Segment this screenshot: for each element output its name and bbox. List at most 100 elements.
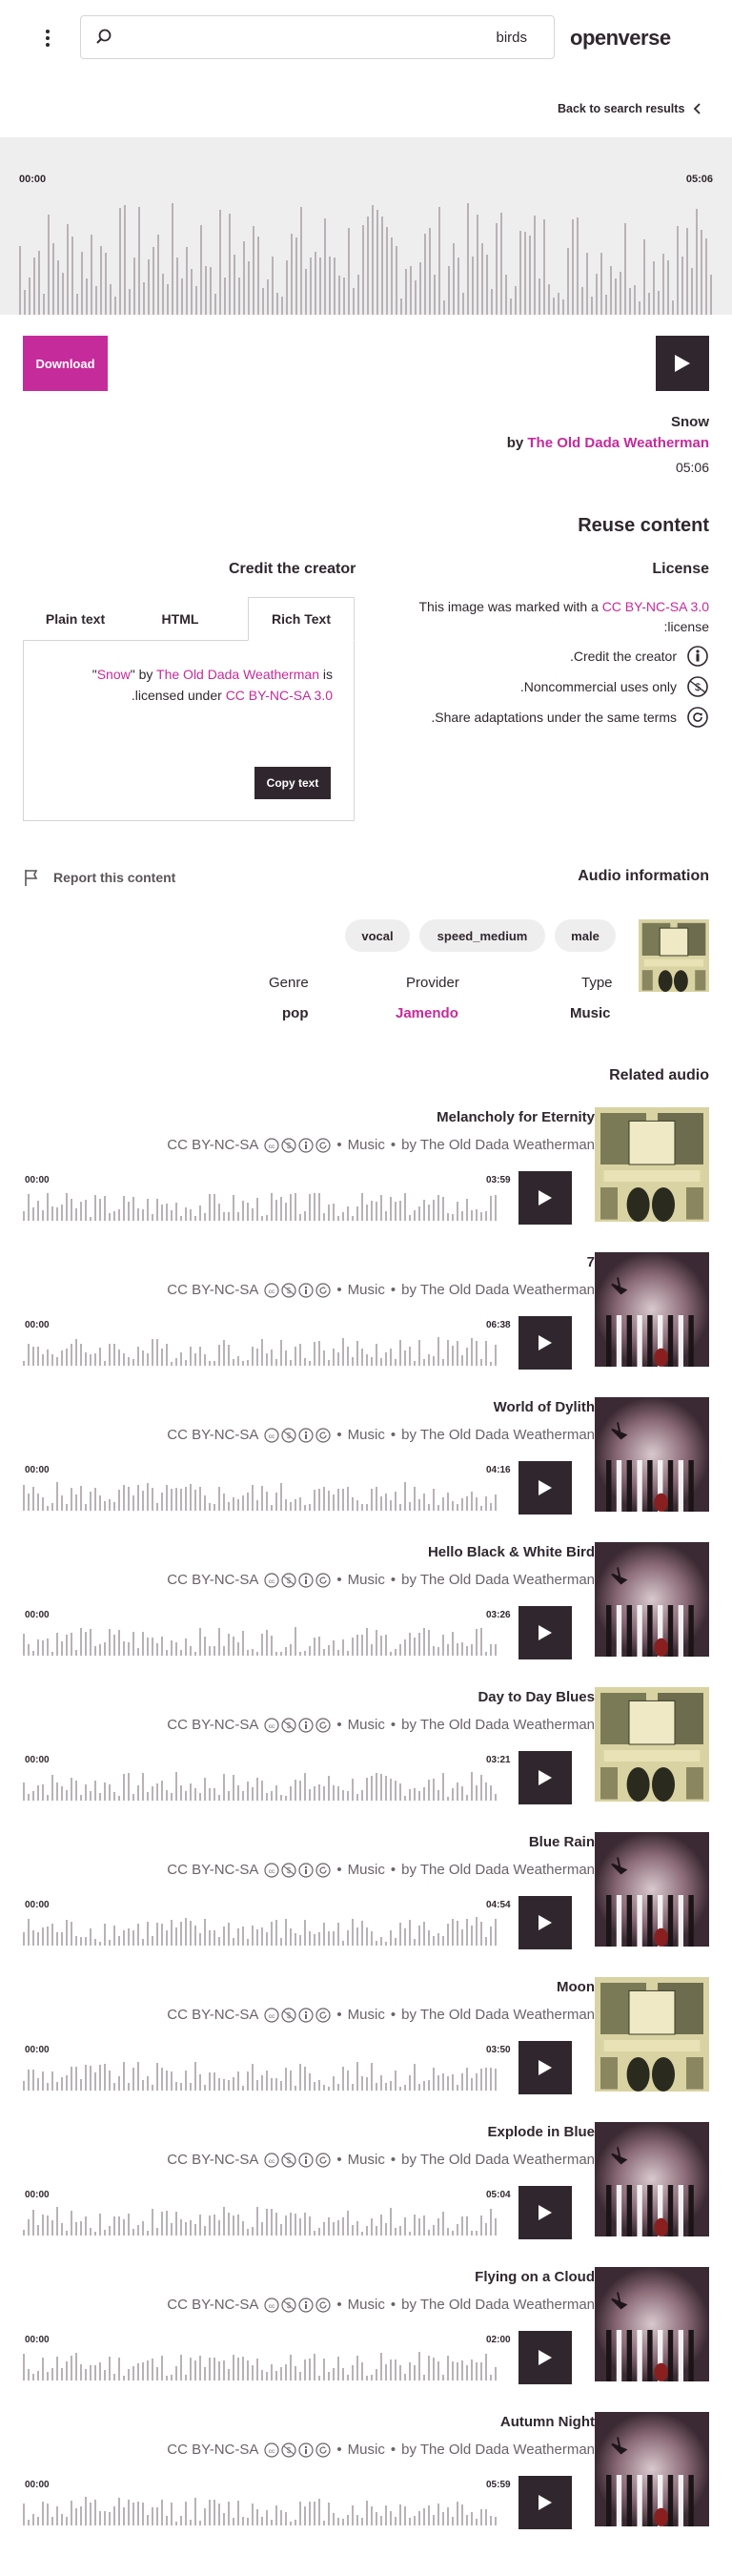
- waveform-bar: [390, 1930, 392, 1946]
- related-album-art[interactable]: [595, 1252, 709, 1367]
- copy-text-button[interactable]: Copy text: [254, 767, 331, 799]
- waveform-bar: [32, 2210, 34, 2236]
- related-title[interactable]: 7: [587, 1254, 595, 1270]
- related-album-art[interactable]: [595, 1542, 709, 1657]
- cc-nc-icon: $: [281, 2297, 297, 2313]
- waveform-bar: [152, 1488, 153, 1511]
- related-title[interactable]: Autumn Night: [500, 2414, 595, 2430]
- waveform-bar: [233, 2215, 234, 2236]
- related-waveform[interactable]: [23, 1478, 499, 1511]
- waveform-bar: [123, 2219, 125, 2236]
- cc-icon: cc: [264, 2297, 280, 2313]
- search-input[interactable]: [125, 22, 472, 54]
- related-waveform[interactable]: [23, 1333, 499, 1366]
- related-album-art[interactable]: [595, 1977, 709, 2092]
- waveform[interactable]: [19, 195, 713, 315]
- attribution-text[interactable]: Snow" by The Old Dada Weatherman is" lice…: [47, 664, 333, 706]
- play-button[interactable]: [656, 336, 709, 391]
- related-waveform[interactable]: [23, 1188, 499, 1221]
- related-play-button[interactable]: [518, 2331, 572, 2384]
- tag-male[interactable]: male: [555, 919, 616, 952]
- related-waveform[interactable]: [23, 1768, 499, 1801]
- waveform-bar: [218, 2361, 220, 2380]
- related-waveform[interactable]: [23, 1623, 499, 1656]
- related-album-art[interactable]: [595, 2122, 709, 2236]
- waveform-bar: [71, 1778, 72, 1801]
- related-title[interactable]: Day to Day Blues: [478, 1689, 595, 1705]
- related-play-button[interactable]: [518, 1751, 572, 1804]
- report-content-link[interactable]: Report this content: [23, 868, 175, 887]
- waveform-bar: [639, 301, 640, 315]
- waveform-bar: [381, 216, 383, 315]
- download-button[interactable]: Download: [23, 336, 108, 391]
- related-play-button[interactable]: [518, 1171, 572, 1225]
- menu-button[interactable]: [32, 23, 63, 53]
- waveform-bar: [485, 1341, 487, 1366]
- waveform-bar: [480, 1506, 482, 1511]
- attribution-creator-link[interactable]: The Old Dada Weatherman: [156, 667, 319, 682]
- related-title[interactable]: Explode in Blue: [487, 2124, 595, 2140]
- waveform-bar: [272, 257, 274, 315]
- art-stripe: [606, 2185, 612, 2236]
- waveform-bar: [185, 2502, 187, 2525]
- related-waveform[interactable]: [23, 1913, 499, 1946]
- related-play-button[interactable]: [518, 1316, 572, 1370]
- related-play-button[interactable]: [518, 2476, 572, 2529]
- provider-link[interactable]: Jamendo: [396, 1005, 458, 1021]
- waveform-bar: [94, 1488, 96, 1511]
- related-title[interactable]: Blue Rain: [529, 1834, 595, 1850]
- back-to-results-link[interactable]: Back to search results: [558, 102, 702, 115]
- waveform-bar: [333, 1494, 335, 1511]
- cc-nc-icon: $: [281, 1717, 297, 1733]
- related-title[interactable]: Flying on a Cloud: [475, 2269, 595, 2285]
- related-album-art[interactable]: [595, 1397, 709, 1512]
- related-play-button[interactable]: [518, 1606, 572, 1659]
- license-link[interactable]: CC BY-NC-SA 3.0: [602, 599, 709, 614]
- tag-vocal[interactable]: vocal: [345, 919, 410, 952]
- tab-plain-text[interactable]: Plain text: [23, 597, 128, 641]
- waveform-bar: [385, 1776, 387, 1801]
- openverse-logo[interactable]: openverse: [570, 26, 671, 51]
- waveform-bar: [433, 1646, 435, 1656]
- tag-speed-medium[interactable]: speed_medium: [419, 919, 545, 952]
- waveform-bar: [109, 1213, 111, 1221]
- tab-rich-text[interactable]: Rich Text: [248, 597, 355, 641]
- creator-link[interactable]: The Old Dada Weatherman: [527, 435, 709, 451]
- related-title[interactable]: Hello Black & White Bird: [428, 1544, 595, 1560]
- related-waveform[interactable]: [23, 2493, 499, 2525]
- related-album-art[interactable]: [595, 1107, 709, 1222]
- related-title[interactable]: Moon: [557, 1979, 595, 1995]
- related-waveform[interactable]: [23, 2203, 499, 2236]
- waveform-bar: [56, 1783, 58, 1801]
- attribution-license-link[interactable]: CC BY-NC-SA 3.0: [226, 688, 333, 703]
- related-album-art[interactable]: [595, 1832, 709, 1947]
- related-play-button[interactable]: [518, 1896, 572, 1949]
- related-play-button[interactable]: [518, 2186, 572, 2239]
- license-row-sa-text: Share adaptations under the same terms.: [431, 710, 677, 725]
- waveform-bar: [442, 1359, 444, 1366]
- related-play-button[interactable]: [518, 2041, 572, 2094]
- related-album-art[interactable]: [595, 2412, 709, 2526]
- related-play-button[interactable]: [518, 1461, 572, 1515]
- audio-waveform-player[interactable]: 00:00 05:06: [0, 137, 732, 315]
- search-icon[interactable]: [94, 28, 113, 52]
- waveform-bar: [299, 2064, 301, 2091]
- tab-html[interactable]: HTML: [128, 597, 233, 641]
- search-term[interactable]: birds: [496, 30, 527, 46]
- related-album-art[interactable]: [595, 1687, 709, 1802]
- related-title[interactable]: World of Dylith: [494, 1399, 595, 1415]
- waveform-bar: [418, 2218, 420, 2236]
- related-album-art[interactable]: [595, 2267, 709, 2381]
- waveform-bar: [252, 1485, 254, 1511]
- related-title[interactable]: Melancholy for Eternity: [437, 1109, 595, 1125]
- waveform-bar: [275, 1785, 277, 1801]
- attribution-title-link[interactable]: Snow: [97, 667, 131, 682]
- waveform-bar: [323, 2222, 325, 2236]
- waveform-bar: [190, 2220, 192, 2236]
- waveform-bar: [147, 2231, 149, 2236]
- related-waveform[interactable]: [23, 2058, 499, 2091]
- related-waveform[interactable]: [23, 2348, 499, 2380]
- waveform-bar: [448, 266, 450, 315]
- waveform-bar: [199, 2074, 201, 2091]
- waveform-bar: [233, 1938, 234, 1946]
